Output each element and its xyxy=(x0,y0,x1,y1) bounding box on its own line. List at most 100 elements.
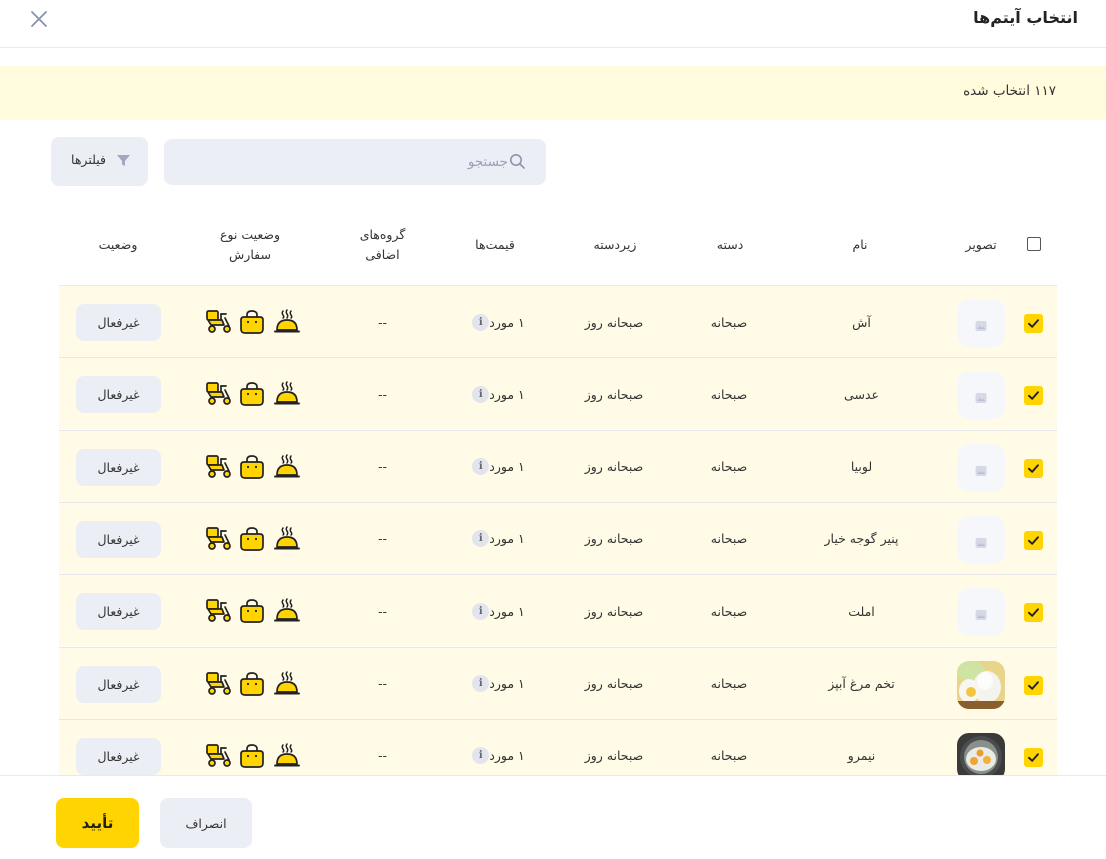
order-type-icons xyxy=(205,525,300,553)
item-name: املت xyxy=(848,603,875,619)
table-row[interactable]: لوبیا صبحانه صبحانه روز ۱ مورد i -- غیرف… xyxy=(59,429,1057,503)
order-type-icons xyxy=(205,670,300,698)
price-wrap: ۱ مورد i xyxy=(465,530,525,548)
delivery-scooter-icon xyxy=(206,454,231,478)
order-type-icons xyxy=(205,597,300,625)
image-placeholder-icon xyxy=(975,389,987,404)
checkmark-icon xyxy=(1028,753,1039,762)
filters-button[interactable]: فیلترها xyxy=(51,137,148,186)
column-header-extra-groups-line2: اضافی xyxy=(365,247,400,262)
info-icon[interactable]: i xyxy=(472,602,490,620)
price-wrap: ۱ مورد i xyxy=(465,458,525,476)
confirm-button[interactable]: تأیید xyxy=(56,798,139,848)
price-count: ۱ مورد xyxy=(489,531,525,547)
price-wrap: ۱ مورد i xyxy=(465,747,525,765)
item-prices: ۱ مورد i xyxy=(445,431,545,503)
items-table-body: آش صبحانه صبحانه روز ۱ مورد i -- غیرفعال… xyxy=(59,285,1057,775)
item-thumbnail xyxy=(957,299,1005,347)
search-input[interactable] xyxy=(164,139,546,185)
item-subcategory: صبحانه روز xyxy=(584,386,644,402)
item-prices: ۱ مورد i xyxy=(445,503,545,575)
table-row[interactable]: املت صبحانه صبحانه روز ۱ مورد i -- غیرفع… xyxy=(59,574,1057,647)
column-header-name: نام xyxy=(852,237,868,252)
item-thumbnail xyxy=(957,732,1005,775)
price-wrap: ۱ مورد i xyxy=(465,675,525,692)
dine-in-cloche-icon xyxy=(274,309,300,333)
status-toggle-button[interactable]: غیرفعال xyxy=(76,593,161,631)
table-row[interactable]: عدسی صبحانه صبحانه روز ۱ مورد i -- غیرفع… xyxy=(59,357,1057,430)
takeaway-bag-icon xyxy=(240,454,264,479)
row-checkbox[interactable] xyxy=(1024,314,1043,333)
takeaway-bag-icon xyxy=(240,743,264,768)
info-icon[interactable]: i xyxy=(472,675,490,692)
row-checkbox[interactable] xyxy=(1024,458,1043,478)
item-name: آش xyxy=(852,314,871,330)
item-category: صبحانه xyxy=(710,531,748,547)
checkmark-icon xyxy=(1028,319,1039,328)
takeaway-bag-icon xyxy=(240,527,264,551)
item-name: پنیر گوجه خیار xyxy=(824,531,899,547)
item-category: صبحانه xyxy=(710,459,748,475)
order-type-icons xyxy=(205,742,300,770)
info-icon[interactable]: i xyxy=(472,313,490,331)
row-checkbox[interactable] xyxy=(1024,603,1043,623)
search-box[interactable] xyxy=(164,139,546,185)
item-category: صبحانه xyxy=(710,386,748,402)
item-category: صبحانه xyxy=(710,748,748,764)
takeaway-bag-icon xyxy=(240,671,264,696)
item-category: صبحانه xyxy=(710,603,748,619)
order-type-icons xyxy=(205,380,300,408)
delivery-scooter-icon xyxy=(206,382,231,406)
row-checkbox[interactable] xyxy=(1024,386,1043,406)
dine-in-cloche-icon xyxy=(274,598,300,622)
status-toggle-button[interactable]: غیرفعال xyxy=(76,737,161,775)
column-header-prices: قیمت‌ها xyxy=(475,237,515,252)
item-extra-groups: -- xyxy=(377,459,388,475)
dine-in-cloche-icon xyxy=(274,381,300,405)
row-checkbox[interactable] xyxy=(1024,747,1043,767)
price-count: ۱ مورد xyxy=(489,314,525,330)
table-row[interactable]: پنیر گوجه خیار صبحانه صبحانه روز ۱ مورد … xyxy=(59,501,1057,575)
status-toggle-button[interactable]: غیرفعال xyxy=(76,520,161,558)
item-extra-groups: -- xyxy=(377,603,388,619)
row-checkbox[interactable] xyxy=(1024,675,1043,695)
item-name: تخم مرغ آبپز xyxy=(828,676,895,691)
item-thumbnail xyxy=(957,588,1005,637)
info-icon[interactable]: i xyxy=(472,458,490,476)
dine-in-cloche-icon xyxy=(274,526,300,550)
info-icon[interactable]: i xyxy=(472,530,490,548)
close-icon[interactable] xyxy=(28,8,50,30)
column-header-category: دسته xyxy=(716,237,744,252)
select-all-checkbox[interactable] xyxy=(1027,237,1041,251)
info-icon[interactable]: i xyxy=(472,747,490,765)
dine-in-cloche-icon xyxy=(274,670,300,694)
item-photo-boiled-egg xyxy=(957,660,1005,709)
row-checkbox[interactable] xyxy=(1024,530,1043,550)
table-row[interactable]: تخم مرغ آبپز صبحانه صبحانه روز ۱ مورد i … xyxy=(59,646,1057,719)
table-row[interactable]: نیمرو صبحانه صبحانه روز ۱ مورد i -- غیرف… xyxy=(59,718,1057,775)
item-prices: ۱ مورد i xyxy=(445,720,545,775)
cancel-button[interactable]: انصراف xyxy=(160,798,252,848)
item-extra-groups: -- xyxy=(377,386,388,402)
item-category: صبحانه xyxy=(710,676,748,691)
image-placeholder-icon xyxy=(975,606,987,621)
info-icon[interactable]: i xyxy=(472,385,490,403)
status-toggle-button[interactable]: غیرفعال xyxy=(76,665,161,703)
modal-footer: تأیید انصراف xyxy=(0,775,1106,859)
selected-count: ۱۱۷ انتخاب شده xyxy=(963,83,1056,99)
price-count: ۱ مورد xyxy=(489,603,525,619)
price-count: ۱ مورد xyxy=(489,459,525,475)
image-placeholder-icon xyxy=(975,317,987,331)
dine-in-cloche-icon xyxy=(274,453,300,478)
item-photo-fried-egg xyxy=(957,732,1005,775)
table-row[interactable]: آش صبحانه صبحانه روز ۱ مورد i -- غیرفعال xyxy=(59,285,1057,357)
column-header-extra-groups-line1: گروه‌های xyxy=(359,227,406,242)
price-wrap: ۱ مورد i xyxy=(465,385,525,403)
status-toggle-button[interactable]: غیرفعال xyxy=(76,376,161,414)
filters-label: فیلترها xyxy=(71,152,106,167)
filter-funnel-icon xyxy=(116,153,131,168)
status-toggle-button[interactable]: غیرفعال xyxy=(76,448,161,486)
checkmark-icon xyxy=(1028,608,1039,617)
item-subcategory: صبحانه روز xyxy=(584,459,644,475)
status-toggle-button[interactable]: غیرفعال xyxy=(76,304,161,341)
